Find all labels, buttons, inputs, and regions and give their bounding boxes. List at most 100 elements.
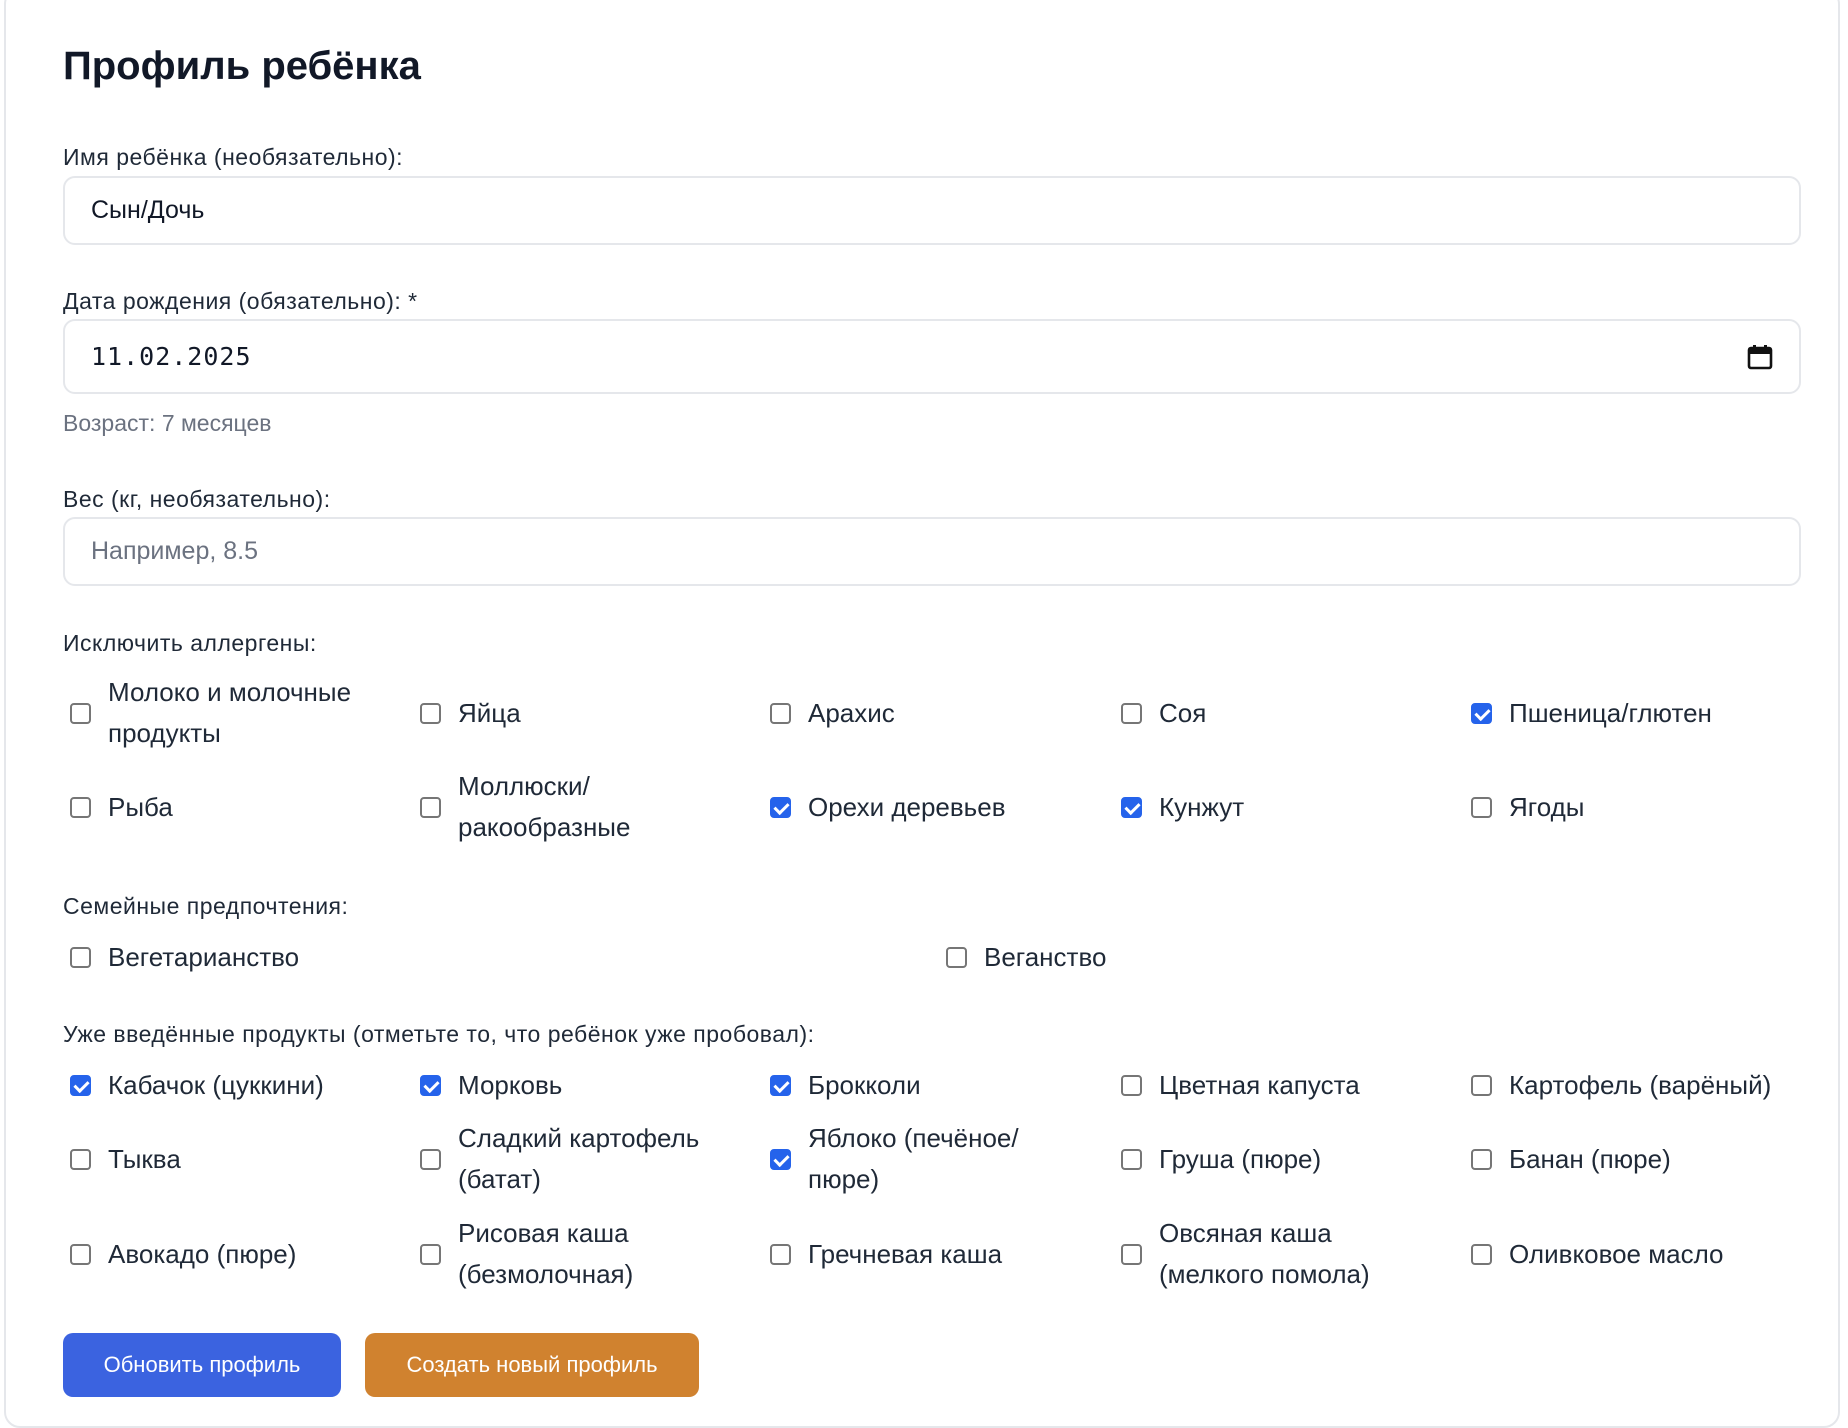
introduced-food-label-line: Брокколи (808, 1069, 921, 1100)
allergen-label-line: ракообразные (458, 812, 631, 842)
allergen-label: Кунжут (1159, 787, 1244, 828)
allergen-checkbox[interactable] (70, 796, 91, 818)
allergen-label: Соя (1159, 693, 1206, 734)
introduced-food-checkbox[interactable] (420, 1074, 441, 1096)
introduced-food-checkbox[interactable] (770, 1243, 791, 1265)
allergen-label-line: Рыба (108, 791, 173, 822)
allergen-option[interactable]: Молоко и молочные продукты (63, 672, 351, 754)
allergen-checkbox[interactable] (420, 702, 441, 724)
allergen-label: Пшеница/глютен (1509, 693, 1712, 734)
allergen-option[interactable]: Кунжут (1114, 787, 1244, 828)
allergen-option[interactable]: Пшеница/глютен (1464, 693, 1712, 734)
allergen-label: Молоко и молочные продукты (108, 672, 351, 754)
introduced-food-option[interactable]: Яблоко (печёное/пюре) (763, 1118, 1019, 1200)
allergen-checkbox[interactable] (770, 796, 791, 818)
preference-checkbox[interactable] (70, 946, 91, 968)
introduced-food-label-line: Рисовая каша (458, 1218, 629, 1248)
allergen-label: Орехи деревьев (808, 787, 1006, 828)
allergen-option[interactable]: Яйца (413, 693, 521, 734)
introduced-food-option[interactable]: Цветная капуста (1114, 1065, 1360, 1106)
introduced-food-label-line: Цветная капуста (1159, 1069, 1360, 1100)
birth-date-value: 11.02.2025 (91, 342, 252, 371)
introduced-food-option[interactable]: Тыква (63, 1139, 181, 1180)
introduced-food-label-line: Тыква (108, 1143, 181, 1174)
allergen-checkbox[interactable] (1471, 796, 1492, 818)
allergen-checkbox[interactable] (420, 796, 441, 818)
introduced-food-label-line: Яблоко (печёное/ (808, 1123, 1019, 1153)
introduced-food-label-line: Овсяная каша (1159, 1218, 1332, 1248)
allergen-option[interactable]: Ягоды (1464, 787, 1584, 828)
introduced-food-label-line: (мелкого помола) (1159, 1259, 1370, 1289)
introduced-food-label: Гречневая каша (808, 1234, 1002, 1275)
introduced-food-option[interactable]: Гречневая каша (763, 1234, 1002, 1275)
introduced-food-checkbox[interactable] (1121, 1074, 1142, 1096)
introduced-food-label: Овсяная каша (мелкого помола) (1159, 1213, 1370, 1295)
allergen-checkbox[interactable] (770, 702, 791, 724)
introduced-food-option[interactable]: Брокколи (763, 1065, 921, 1106)
allergen-label: Рыба (108, 787, 173, 828)
introduced-food-option[interactable]: Авокадо (пюре) (63, 1234, 296, 1275)
weight-input[interactable] (63, 517, 1801, 586)
allergen-label-line: Яйца (458, 697, 521, 728)
update-profile-button[interactable]: Обновить профиль (63, 1333, 341, 1397)
birth-date-input[interactable]: 11.02.2025 (63, 319, 1801, 394)
introduced-food-checkbox[interactable] (1471, 1148, 1492, 1170)
child-name-input[interactable] (63, 176, 1801, 245)
introduced-food-checkbox[interactable] (1471, 1243, 1492, 1265)
introduced-food-option[interactable]: Кабачок (цуккини) (63, 1065, 324, 1106)
allergen-checkbox[interactable] (70, 702, 91, 724)
calendar-icon[interactable] (1747, 344, 1773, 370)
preference-label-line: Вегетарианство (108, 941, 300, 972)
preferences-label: Семейные предпочтения: (63, 893, 349, 919)
introduced-food-option[interactable]: Морковь (413, 1065, 562, 1106)
introduced-food-checkbox[interactable] (1471, 1074, 1492, 1096)
introduced-food-option[interactable]: Оливковое масло (1464, 1234, 1724, 1275)
preference-label: Веганство (984, 937, 1106, 978)
introduced-food-label-line: Сладкий картофель (458, 1123, 700, 1153)
introduced-food-label: Оливковое масло (1509, 1234, 1724, 1275)
create-profile-button[interactable]: Создать новый профиль (365, 1333, 699, 1397)
introduced-food-label: Яблоко (печёное/пюре) (808, 1118, 1019, 1200)
allergen-label-line: Молоко и молочные (108, 677, 352, 707)
preference-option[interactable]: Вегетарианство (63, 937, 299, 978)
allergen-option[interactable]: Орехи деревьев (763, 787, 1006, 828)
introduced-food-label-line: (безмолочная) (458, 1259, 634, 1289)
introduced-food-checkbox[interactable] (420, 1148, 441, 1170)
introduced-food-label-line: (батат) (458, 1164, 541, 1194)
allergen-label-line: Ягоды (1509, 791, 1585, 822)
weight-label: Вес (кг, необязательно): (63, 486, 331, 512)
introduced-food-option[interactable]: Груша (пюре) (1114, 1139, 1321, 1180)
introduced-food-label: Морковь (458, 1065, 562, 1106)
introduced-food-option[interactable]: Картофель (варёный) (1464, 1065, 1771, 1106)
allergen-option[interactable]: Моллюски/ракообразные (413, 766, 630, 848)
introduced-food-label-line: пюре) (808, 1164, 880, 1194)
allergen-label: Арахис (808, 693, 895, 734)
allergen-checkbox[interactable] (1121, 796, 1142, 818)
allergen-option[interactable]: Арахис (763, 693, 895, 734)
introduced-food-checkbox[interactable] (420, 1243, 441, 1265)
introduced-food-checkbox[interactable] (1121, 1243, 1142, 1265)
profile-card: Профиль ребёнка Имя ребёнка (необязатель… (4, 0, 1840, 1428)
introduced-food-option[interactable]: Овсяная каша (мелкого помола) (1114, 1213, 1370, 1295)
introduced-food-checkbox[interactable] (1121, 1148, 1142, 1170)
allergen-label-line: продукты (108, 718, 221, 748)
introduced-food-checkbox[interactable] (770, 1074, 791, 1096)
allergen-label-line: Орехи деревьев (808, 791, 1006, 822)
introduced-food-label-line: Оливковое масло (1509, 1238, 1724, 1269)
introduced-food-option[interactable]: Рисовая каша (безмолочная) (413, 1213, 633, 1295)
allergen-option[interactable]: Соя (1114, 693, 1206, 734)
allergen-label-line: Арахис (808, 697, 895, 728)
introduced-food-checkbox[interactable] (770, 1148, 791, 1170)
allergen-checkbox[interactable] (1121, 702, 1142, 724)
introduced-food-label-line: Груша (пюре) (1159, 1143, 1322, 1174)
allergen-option[interactable]: Рыба (63, 787, 173, 828)
introduced-food-checkbox[interactable] (70, 1148, 91, 1170)
introduced-food-option[interactable]: Банан (пюре) (1464, 1139, 1671, 1180)
introduced-food-checkbox[interactable] (70, 1243, 91, 1265)
preference-option[interactable]: Веганство (939, 937, 1106, 978)
introduced-food-option[interactable]: Сладкий картофель (батат) (413, 1118, 699, 1200)
allergen-checkbox[interactable] (1471, 702, 1492, 724)
allergen-label: Ягоды (1509, 787, 1584, 828)
introduced-food-checkbox[interactable] (70, 1074, 91, 1096)
preference-checkbox[interactable] (946, 946, 967, 968)
